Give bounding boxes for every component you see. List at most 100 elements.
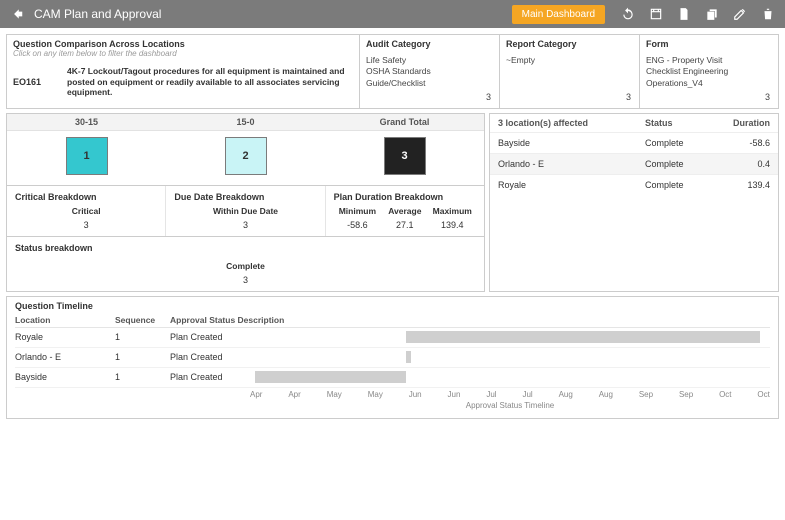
- back-icon[interactable]: [8, 5, 26, 23]
- loc-head-duration: Duration: [715, 118, 770, 128]
- axis-tick: Oct: [719, 390, 731, 399]
- question-comparison-panel: Question Comparison Across Locations Cli…: [6, 34, 359, 109]
- tl-location: Orlando - E: [15, 352, 115, 362]
- copy-icon[interactable]: [703, 5, 721, 23]
- axis-tick: Apr: [288, 390, 300, 399]
- axis-tick: Jun: [448, 390, 461, 399]
- main-dashboard-button[interactable]: Main Dashboard: [512, 5, 605, 24]
- tile-15-0[interactable]: 2: [225, 137, 267, 175]
- critical-bd-value: 3: [15, 216, 157, 230]
- breakdowns-row: Critical Breakdown Critical 3 Due Date B…: [6, 186, 485, 237]
- form-value[interactable]: ENG - Property Visit Checklist Engineeri…: [646, 55, 772, 89]
- tl-sequence: 1: [115, 372, 170, 382]
- status-bd-value: 3: [15, 271, 476, 285]
- due-date-breakdown: Due Date Breakdown Within Due Date 3: [166, 186, 325, 236]
- loc-status: Complete: [645, 180, 715, 190]
- tl-head-location: Location: [15, 315, 115, 325]
- tl-approval: Plan Created: [170, 332, 250, 342]
- audit-category-count: 3: [486, 92, 491, 102]
- qc-subtitle: Click on any item below to filter the da…: [13, 49, 353, 58]
- timeline-axis-label: Approval Status Timeline: [250, 401, 770, 410]
- plan-avg-label: Average: [381, 206, 428, 216]
- tile-header-1: 30-15: [7, 114, 166, 130]
- tl-location: Bayside: [15, 372, 115, 382]
- form-title: Form: [646, 39, 772, 49]
- edit-icon[interactable]: [731, 5, 749, 23]
- form-panel: Form ENG - Property Visit Checklist Engi…: [639, 34, 779, 109]
- loc-duration: -58.6: [715, 138, 770, 148]
- axis-tick: Apr: [250, 390, 262, 399]
- due-bd-value: 3: [174, 216, 316, 230]
- tile-header-2: 15-0: [166, 114, 325, 130]
- tl-sequence: 1: [115, 352, 170, 362]
- location-row[interactable]: Orlando - E Complete 0.4: [490, 153, 778, 174]
- question-timeline-panel: Question Timeline Location Sequence Appr…: [6, 296, 779, 419]
- due-bd-title: Due Date Breakdown: [174, 192, 316, 202]
- axis-tick: Sep: [679, 390, 693, 399]
- app-header: CAM Plan and Approval Main Dashboard: [0, 0, 785, 28]
- report-category-value[interactable]: ~Empty: [506, 55, 633, 66]
- loc-status: Complete: [645, 138, 715, 148]
- axis-tick: Sep: [639, 390, 653, 399]
- tl-approval: Plan Created: [170, 352, 250, 362]
- tl-bar-container: [250, 371, 770, 383]
- trash-icon[interactable]: [759, 5, 777, 23]
- location-row[interactable]: Bayside Complete -58.6: [490, 132, 778, 153]
- report-category-count: 3: [626, 92, 631, 102]
- tl-approval: Plan Created: [170, 372, 250, 382]
- audit-category-title: Audit Category: [366, 39, 493, 49]
- loc-status: Complete: [645, 159, 715, 169]
- document-icon[interactable]: [675, 5, 693, 23]
- timeline-row[interactable]: Orlando - E 1 Plan Created: [15, 348, 770, 368]
- status-breakdown: Status breakdown Complete 3: [6, 237, 485, 292]
- tl-location: Royale: [15, 332, 115, 342]
- tl-bar-container: [250, 331, 770, 343]
- plan-bd-title: Plan Duration Breakdown: [334, 192, 476, 202]
- timeline-row[interactable]: Bayside 1 Plan Created: [15, 368, 770, 388]
- plan-duration-breakdown: Plan Duration Breakdown Minimum -58.6 Av…: [326, 186, 484, 236]
- calendar-icon[interactable]: [647, 5, 665, 23]
- loc-head-affected: 3 location(s) affected: [498, 118, 645, 128]
- axis-tick: May: [327, 390, 342, 399]
- axis-tick: Jul: [522, 390, 532, 399]
- timeline-axis: Apr Apr May May Jun Jun Jul Jul Aug Aug …: [15, 390, 770, 399]
- loc-duration: 139.4: [715, 180, 770, 190]
- location-row[interactable]: Royale Complete 139.4: [490, 174, 778, 195]
- tile-30-15[interactable]: 1: [66, 137, 108, 175]
- tl-bar-container: [250, 351, 770, 363]
- critical-bd-label: Critical: [15, 206, 157, 216]
- tiles-panel: 30-15 15-0 Grand Total 1 2 3: [6, 113, 485, 186]
- gantt-bar: [406, 351, 411, 363]
- loc-head-status: Status: [645, 118, 715, 128]
- qc-title: Question Comparison Across Locations: [13, 39, 353, 49]
- question-code[interactable]: EO161: [13, 77, 53, 87]
- axis-tick: Aug: [599, 390, 613, 399]
- plan-min-label: Minimum: [334, 206, 381, 216]
- axis-tick: Aug: [559, 390, 573, 399]
- critical-breakdown: Critical Breakdown Critical 3: [7, 186, 166, 236]
- loc-name: Orlando - E: [498, 159, 645, 169]
- status-bd-label: Complete: [15, 261, 476, 271]
- tile-grand-total[interactable]: 3: [384, 137, 426, 175]
- axis-tick: May: [368, 390, 383, 399]
- form-count: 3: [765, 92, 770, 102]
- plan-min-value: -58.6: [334, 216, 381, 230]
- axis-tick: Jul: [486, 390, 496, 399]
- report-category-panel: Report Category ~Empty 3: [499, 34, 639, 109]
- loc-duration: 0.4: [715, 159, 770, 169]
- critical-bd-title: Critical Breakdown: [15, 192, 157, 202]
- loc-name: Bayside: [498, 138, 645, 148]
- toolbar: [619, 5, 777, 23]
- gantt-bar: [255, 371, 406, 383]
- loc-name: Royale: [498, 180, 645, 190]
- locations-panel: 3 location(s) affected Status Duration B…: [489, 113, 779, 292]
- plan-max-label: Maximum: [429, 206, 476, 216]
- timeline-row[interactable]: Royale 1 Plan Created: [15, 328, 770, 348]
- question-text[interactable]: 4K-7 Lockout/Tagout procedures for all e…: [67, 66, 353, 98]
- gantt-bar: [406, 331, 760, 343]
- axis-tick: Jun: [409, 390, 422, 399]
- tile-header-3: Grand Total: [325, 114, 484, 130]
- status-bd-title: Status breakdown: [15, 243, 476, 253]
- audit-category-value[interactable]: Life Safety OSHA Standards Guide/Checkli…: [366, 55, 493, 89]
- refresh-icon[interactable]: [619, 5, 637, 23]
